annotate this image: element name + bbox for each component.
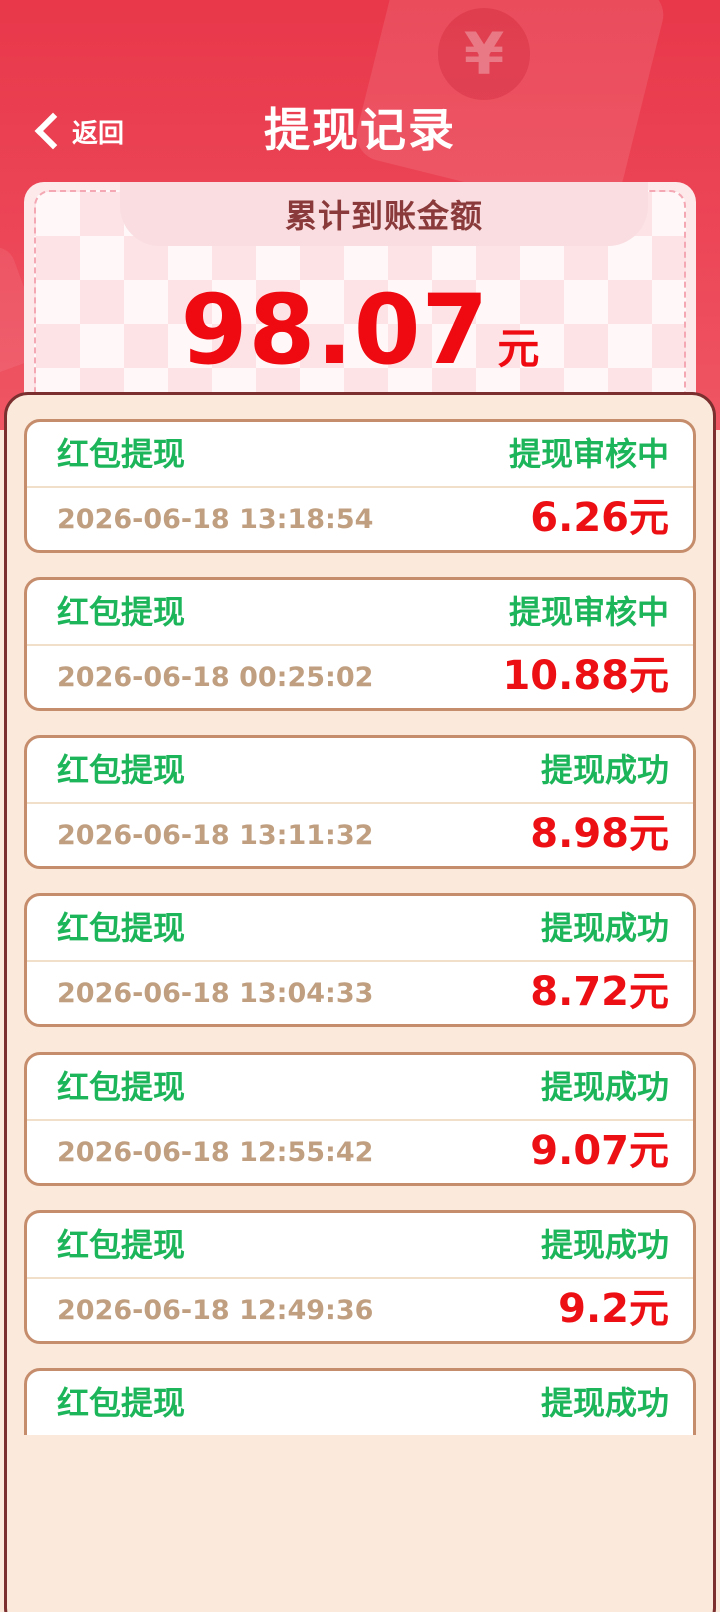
record-card[interactable]: 红包提现 提现成功 [24, 1368, 696, 1435]
record-type: 红包提现 [57, 1068, 186, 1106]
record-amount: 10.88元 [502, 653, 669, 699]
record-time: 2026-06-18 13:18:54 [57, 504, 374, 535]
record-status: 提现成功 [540, 1068, 669, 1106]
record-time: 2026-06-18 13:11:32 [57, 820, 374, 851]
record-amount: 6.26元 [530, 495, 669, 541]
record-type: 红包提现 [57, 435, 186, 473]
record-status: 提现成功 [540, 1226, 669, 1264]
record-amount: 9.07元 [530, 1128, 669, 1174]
summary-label-tab: 累计到账金额 [120, 182, 648, 246]
record-time: 2026-06-18 13:04:33 [57, 978, 374, 1009]
withdrawal-record-list[interactable]: 红包提现 提现审核中 2026-06-18 13:18:54 6.26元 红包提… [0, 395, 720, 1435]
record-type: 红包提现 [57, 909, 186, 947]
record-card[interactable]: 红包提现 提现成功 2026-06-18 12:49:36 9.2元 [24, 1210, 696, 1344]
record-card[interactable]: 红包提现 提现审核中 2026-06-18 00:25:02 10.88元 [24, 577, 696, 711]
record-status: 提现审核中 [508, 435, 669, 473]
record-card[interactable]: 红包提现 提现成功 2026-06-18 12:55:42 9.07元 [24, 1052, 696, 1186]
record-type: 红包提现 [57, 751, 186, 789]
record-type: 红包提现 [57, 1384, 186, 1422]
record-status: 提现成功 [540, 751, 669, 789]
record-amount: 8.98元 [530, 811, 669, 857]
record-type: 红包提现 [57, 1226, 186, 1264]
record-card[interactable]: 红包提现 提现成功 2026-06-18 13:04:33 8.72元 [24, 893, 696, 1027]
record-status: 提现成功 [540, 909, 669, 947]
record-type: 红包提现 [57, 593, 186, 631]
record-status: 提现成功 [540, 1384, 669, 1422]
page-title: 提现记录 [264, 103, 456, 157]
record-time: 2026-06-18 12:55:42 [57, 1137, 374, 1168]
total-amount-card: 累计到账金额 98.07 元 [24, 182, 696, 422]
record-card[interactable]: 红包提现 提现审核中 2026-06-18 13:18:54 6.26元 [24, 419, 696, 553]
total-amount-value: 98.07 [180, 274, 490, 386]
record-amount: 8.72元 [530, 969, 669, 1015]
record-card[interactable]: 红包提现 提现成功 2026-06-18 13:11:32 8.98元 [24, 735, 696, 869]
record-time: 2026-06-18 12:49:36 [57, 1295, 374, 1326]
summary-label: 累计到账金额 [284, 197, 483, 235]
yuan-coin-icon: ¥ [438, 8, 530, 100]
total-amount: 98.07 元 [24, 274, 696, 386]
record-amount: 9.2元 [558, 1286, 669, 1332]
total-amount-unit: 元 [497, 324, 540, 373]
record-status: 提现审核中 [508, 593, 669, 631]
record-time: 2026-06-18 00:25:02 [57, 662, 374, 693]
